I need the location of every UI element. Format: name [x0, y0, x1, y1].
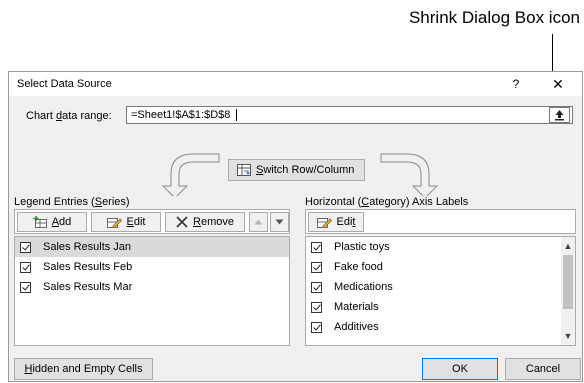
close-button[interactable]: ✕ — [549, 75, 567, 93]
category-checkbox[interactable] — [311, 301, 322, 313]
legend-item[interactable]: Sales Results Feb — [15, 257, 289, 277]
switch-row-column-button[interactable]: Switch Row/Column — [228, 159, 365, 181]
legend-entries-label: Legend Entries (Series) — [14, 196, 130, 208]
legend-toolbar: Add Edit Remove — [14, 209, 290, 234]
switch-row-column-label: Switch Row/Column — [256, 164, 355, 176]
category-checkbox[interactable] — [311, 321, 322, 333]
chart-data-range-label: Chart data range: — [26, 110, 112, 122]
axis-label-item[interactable]: Plastic toys — [306, 237, 575, 257]
axis-label-item[interactable]: Medications — [306, 277, 575, 297]
axis-label-item[interactable]: Additives — [306, 317, 575, 337]
move-up-button[interactable] — [249, 212, 268, 232]
add-series-button[interactable]: Add — [17, 212, 87, 232]
callout-label: Shrink Dialog Box icon — [408, 8, 580, 27]
hidden-and-empty-cells-button[interactable]: Hidden and Empty Cells — [14, 358, 153, 380]
category-checkbox[interactable] — [311, 281, 322, 293]
scroll-up-icon[interactable]: ▲ — [561, 239, 575, 253]
text-cursor — [236, 109, 237, 121]
screenshot-canvas: Shrink Dialog Box icon Select Data Sourc… — [0, 0, 584, 383]
add-series-icon — [33, 216, 47, 228]
scroll-down-icon[interactable]: ▼ — [561, 329, 575, 343]
axis-toolbar: Edit — [305, 209, 576, 234]
move-down-button[interactable] — [270, 212, 289, 232]
ok-button[interactable]: OK — [422, 358, 498, 380]
move-down-arrow-icon — [275, 219, 284, 225]
dialog-titlebar: Select Data Source ? ✕ — [9, 72, 582, 96]
cancel-button[interactable]: Cancel — [505, 358, 581, 380]
switch-row-column-icon — [237, 164, 251, 176]
curve-arrow-left-icon — [161, 153, 220, 196]
curve-arrow-right-icon — [380, 153, 439, 196]
shrink-dialog-box-button[interactable] — [549, 107, 570, 123]
edit-axis-labels-button[interactable]: Edit — [308, 212, 364, 232]
category-checkbox[interactable] — [311, 261, 322, 273]
category-checkbox[interactable] — [311, 241, 322, 253]
chart-data-range-input[interactable]: =Sheet1!$A$1:$D$8 — [126, 106, 573, 124]
series-checkbox[interactable] — [20, 281, 31, 293]
remove-series-button[interactable]: Remove — [165, 212, 245, 232]
shrink-dialog-icon — [555, 110, 564, 121]
axis-label-item[interactable]: Fake food — [306, 257, 575, 277]
series-checkbox[interactable] — [20, 241, 31, 253]
edit-series-icon — [106, 218, 122, 228]
axis-labels-label: Horizontal (Category) Axis Labels — [305, 196, 469, 208]
edit-axis-labels-icon — [316, 218, 332, 228]
legend-item[interactable]: Sales Results Jan — [15, 237, 289, 257]
chart-data-range-value: =Sheet1!$A$1:$D$8 — [131, 109, 231, 121]
edit-series-button[interactable]: Edit — [91, 212, 161, 232]
legend-entries-list: Sales Results Jan Sales Results Feb Sale… — [14, 236, 290, 346]
axis-list-scrollbar[interactable]: ▲ ▼ — [561, 237, 575, 345]
legend-item[interactable]: Sales Results Mar — [15, 277, 289, 297]
axis-labels-list: Plastic toys Fake food Medications Mater… — [305, 236, 576, 346]
help-button[interactable]: ? — [507, 75, 525, 93]
select-data-source-dialog: Select Data Source ? ✕ Chart data range:… — [8, 71, 583, 382]
axis-label-item[interactable]: Materials — [306, 297, 575, 317]
move-up-arrow-icon — [254, 219, 263, 225]
remove-x-icon — [176, 216, 188, 228]
scroll-thumb[interactable] — [563, 255, 573, 309]
dialog-title: Select Data Source — [17, 78, 112, 90]
series-checkbox[interactable] — [20, 261, 31, 273]
